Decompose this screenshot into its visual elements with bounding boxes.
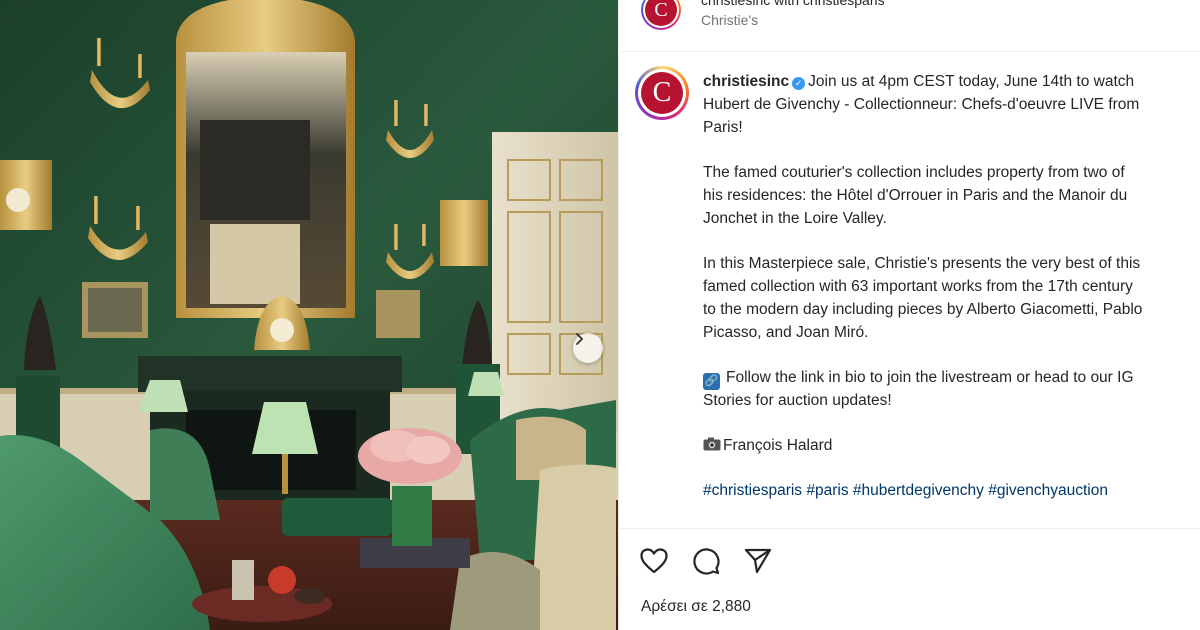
chevron-right-icon — [576, 333, 584, 345]
comment-button[interactable] — [691, 546, 721, 576]
caption-text: famed collection with 63 important works… — [703, 278, 1133, 295]
caption-avatar[interactable]: C — [635, 66, 689, 120]
post-panel: C christiesinc with christiesparis Chris… — [618, 0, 1200, 630]
caption-text: Join us at 4pm CEST today, June 14th to … — [808, 73, 1135, 90]
caption-text: In this Masterpiece sale, Christie's pre… — [703, 255, 1141, 272]
caption-text: Picasso, and Joan Miró. — [703, 324, 869, 341]
caption-text: Jonchet in the Loire Valley. — [703, 210, 887, 227]
caption-text: Follow the link in bio to join the lives… — [726, 369, 1134, 386]
hashtag-link[interactable]: #christiesparis — [703, 482, 802, 499]
verified-badge-icon: ✓ — [792, 77, 806, 90]
caption-username[interactable]: christiesinc — [703, 73, 789, 90]
post-caption: christiesinc ✓ Join us at 4pm CEST today, … — [703, 70, 1200, 502]
likes-count[interactable]: Αρέσει σε 2,880 — [641, 598, 751, 616]
header-username[interactable]: christiesinc with christiesparis — [701, 0, 885, 8]
like-button[interactable] — [639, 546, 669, 576]
caption-text: The famed couturier's collection include… — [703, 164, 1125, 181]
post-header: C christiesinc with christiesparis Chris… — [619, 0, 1200, 52]
header-subtitle[interactable]: Christie's — [701, 12, 758, 28]
share-button[interactable] — [743, 546, 773, 576]
header-avatar[interactable]: C — [641, 0, 681, 30]
caption-text: Stories for auction updates! — [703, 392, 892, 409]
hashtag-link[interactable]: #paris — [806, 482, 848, 499]
caption-text: to the modern day including pieces by Al… — [703, 301, 1143, 318]
salon-interior-image — [0, 0, 618, 630]
caption-text: Paris! — [703, 119, 743, 136]
hashtag-link[interactable]: #hubertdegivenchy — [853, 482, 984, 499]
photo-credit: François Halard — [723, 437, 833, 454]
send-icon — [744, 548, 772, 574]
heart-icon — [640, 548, 668, 574]
divider — [619, 528, 1200, 529]
hashtag-link[interactable]: #givenchyauction — [988, 482, 1108, 499]
link-emoji-icon: 🔗 — [703, 373, 720, 390]
christies-logo: C — [645, 0, 677, 26]
christies-logo: C — [641, 72, 683, 114]
post-actions — [639, 546, 773, 576]
comment-icon — [693, 548, 720, 575]
carousel-next-button[interactable] — [573, 333, 603, 363]
camera-emoji-icon — [703, 437, 721, 451]
caption-text: Hubert de Givenchy - Collectionneur: Che… — [703, 96, 1140, 113]
caption-text: his residences: the Hôtel d'Orrouer in P… — [703, 187, 1128, 204]
post-photo[interactable] — [0, 0, 618, 630]
